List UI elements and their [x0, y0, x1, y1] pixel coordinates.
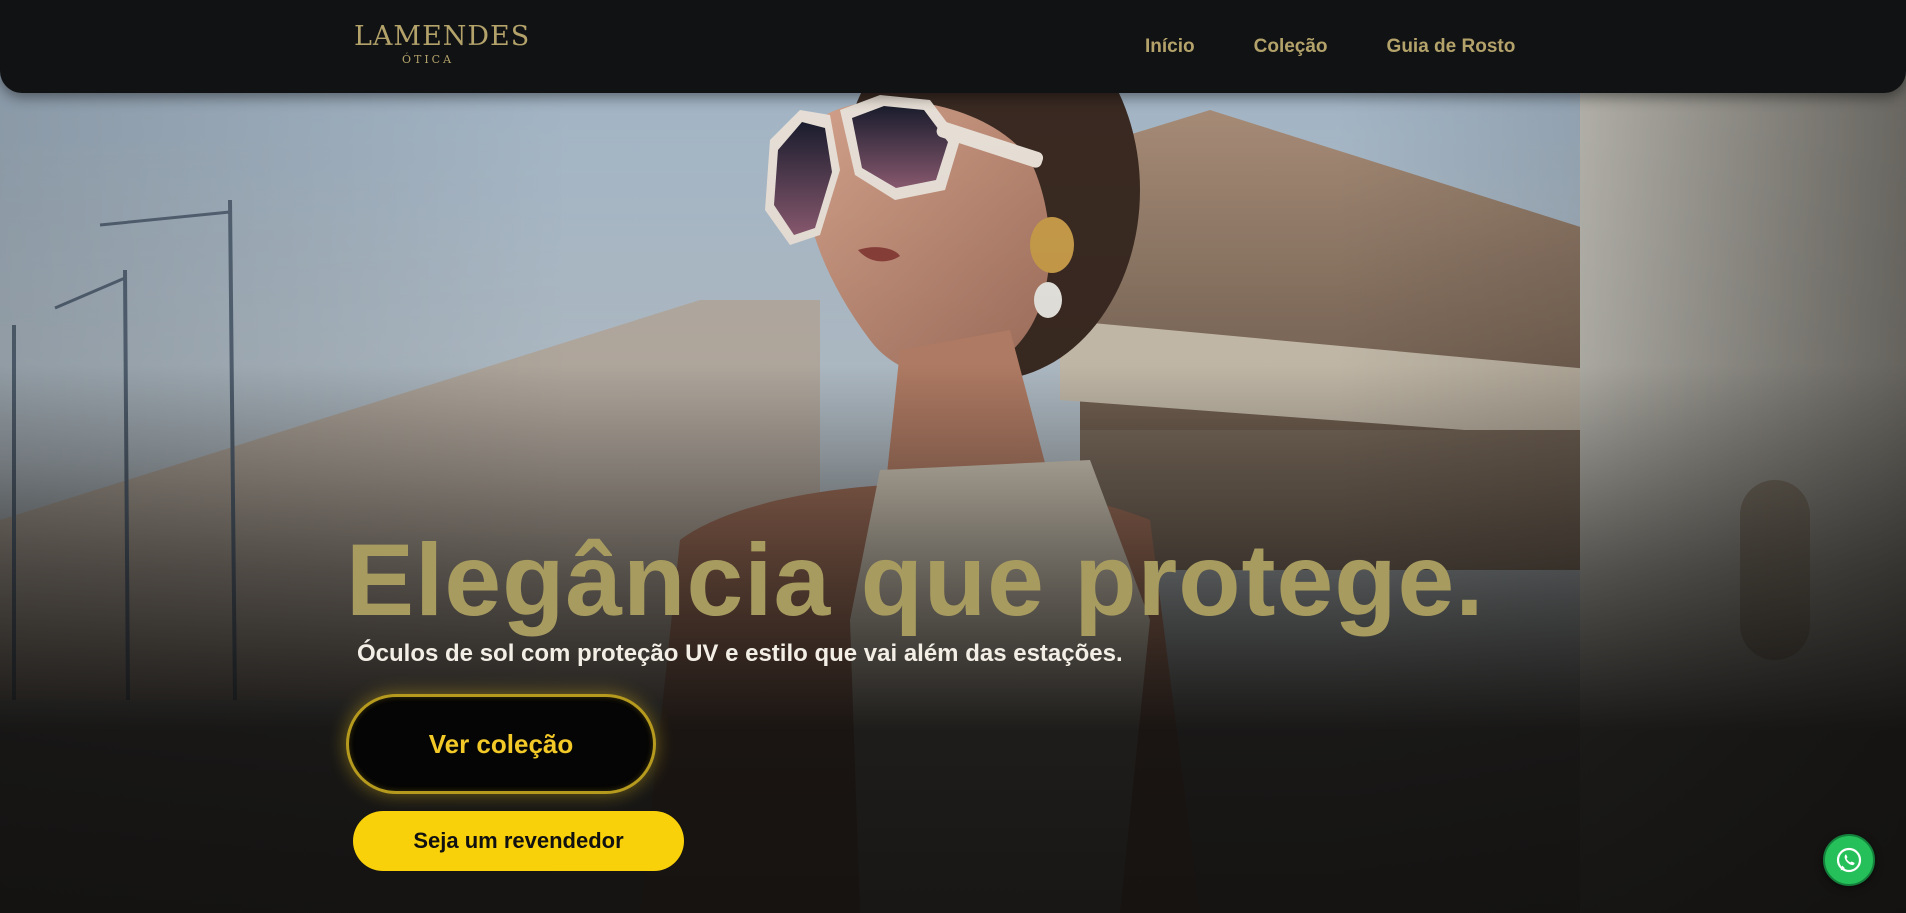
nav-item-colecao[interactable]: Coleção [1254, 35, 1328, 59]
hero-headline: Elegância que protege. [346, 523, 1485, 637]
brand-logo[interactable]: LAMENDES ÓTICA [354, 21, 531, 67]
brand-name: LAMENDES [354, 21, 531, 52]
whatsapp-icon [1836, 847, 1862, 873]
hero-subheadline: Óculos de sol com proteção UV e estilo q… [357, 640, 1123, 667]
hero-background-image [0, 0, 1906, 913]
whatsapp-floating-button[interactable] [1823, 834, 1875, 886]
become-reseller-button[interactable]: Seja um revendedor [353, 811, 684, 871]
nav-item-guia-de-rosto[interactable]: Guia de Rosto [1387, 35, 1516, 59]
hero-dark-overlay [0, 0, 1906, 913]
main-nav: Início Coleção Guia de Rosto [1145, 35, 1515, 59]
view-collection-button-label: Ver coleção [428, 728, 574, 759]
top-navigation-bar: LAMENDES ÓTICA Início Coleção Guia de Ro… [0, 0, 1906, 93]
brand-tagline: ÓTICA [401, 53, 455, 66]
view-collection-button[interactable]: Ver coleção [346, 694, 656, 794]
become-reseller-button-label: Seja um revendedor [413, 828, 624, 853]
nav-item-inicio[interactable]: Início [1145, 35, 1195, 59]
